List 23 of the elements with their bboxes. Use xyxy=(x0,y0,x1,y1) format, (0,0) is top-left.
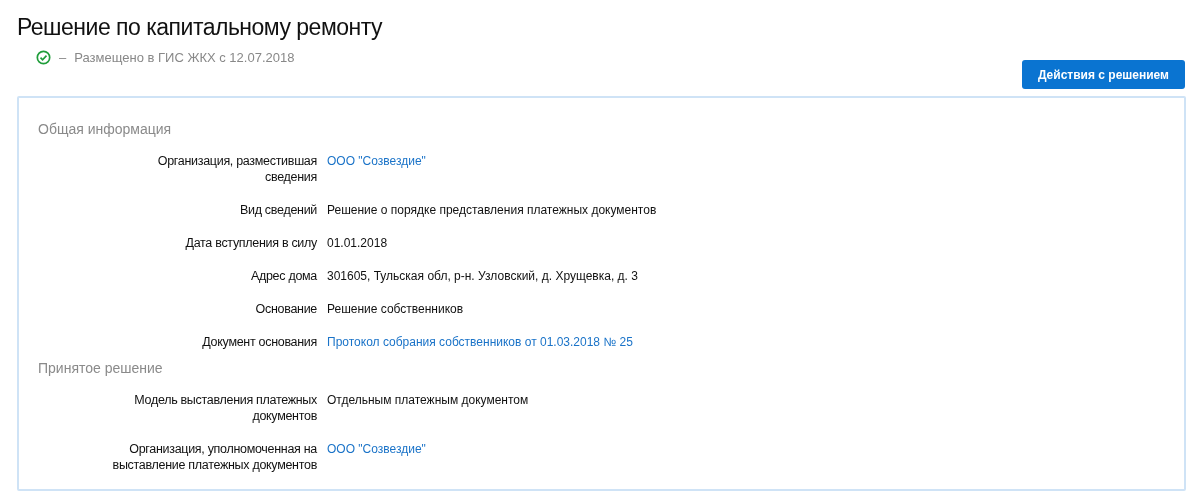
field-label: Адрес дома xyxy=(250,268,317,284)
field-label: Организация, уполномоченная на выставление платежных документов xyxy=(111,441,317,473)
field-label: Основание xyxy=(255,301,317,317)
status-text: Размещено в ГИС ЖКХ с 12.07.2018 xyxy=(74,49,295,67)
field-value: Решение собственников xyxy=(327,301,464,317)
page-title: Решение по капитальному ремонту xyxy=(17,13,382,42)
status-separator: – xyxy=(59,49,67,67)
field-label: Документ основания xyxy=(202,334,317,350)
section-heading: Общая информация xyxy=(38,120,172,139)
section-heading: Принятое решение xyxy=(38,359,163,378)
field-value: Отдельным платежным документом xyxy=(327,392,529,408)
field-label: Организация, разместившая сведения xyxy=(156,153,317,185)
check-circle-icon xyxy=(36,50,51,66)
field-value: Решение о порядке представления платежных документов xyxy=(327,202,657,218)
field-label: Модель выставления платежных документов xyxy=(133,392,317,424)
field-label: Вид сведений xyxy=(239,202,317,218)
field-value: 01.01.2018 xyxy=(327,235,388,251)
value-link[interactable]: ООО "Созвездие" xyxy=(327,441,426,457)
field-label: Дата вступления в силу xyxy=(185,235,317,251)
actions-button[interactable]: Действия с решением xyxy=(1021,60,1185,89)
field-value: 301605, Тульская обл, р-н. Узловский, д. Хрущевка, д. 3 xyxy=(327,268,638,284)
value-link[interactable]: ООО "Созвездие" xyxy=(327,153,426,169)
value-link[interactable]: Протокол собрания собственников от 01.03.2018 № 25 xyxy=(327,334,633,350)
